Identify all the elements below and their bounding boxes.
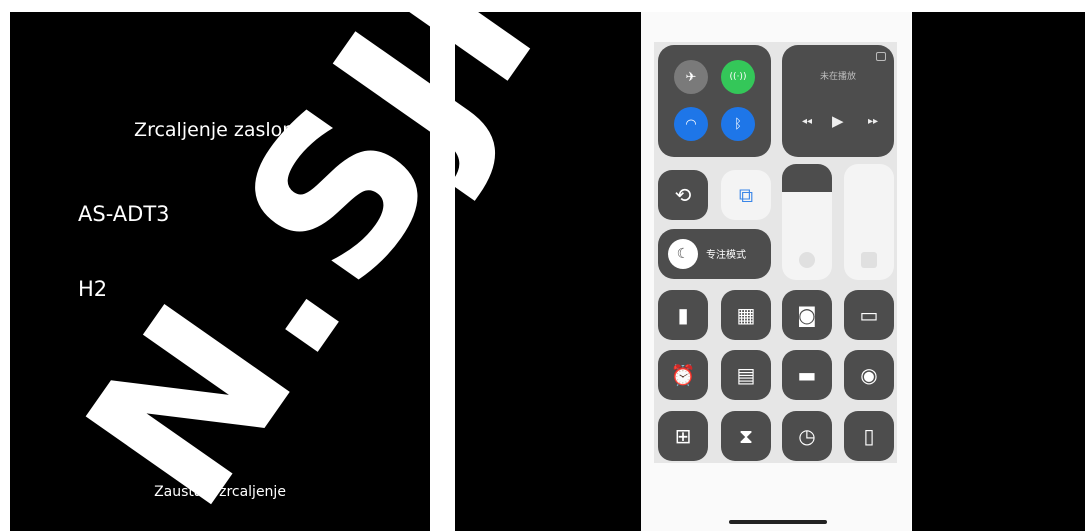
orientation-lock-icon: ⟲ bbox=[674, 183, 692, 207]
camera-button[interactable]: ◙ bbox=[782, 290, 832, 340]
connectivity-module: ✈ ((·)) ◠ ᛒ bbox=[658, 45, 771, 157]
moon-icon: ☾ bbox=[668, 239, 698, 269]
code-scanner-button[interactable]: ⊞ bbox=[658, 411, 708, 461]
flashlight-button[interactable]: ▮ bbox=[658, 290, 708, 340]
now-playing-label: 未在播放 bbox=[819, 72, 856, 82]
notes-icon: ▤ bbox=[736, 363, 756, 387]
cellular-data-toggle[interactable]: ((·)) bbox=[721, 60, 755, 94]
orientation-lock-toggle[interactable]: ⟲ bbox=[658, 170, 708, 220]
brightness-slider-track bbox=[782, 164, 832, 192]
wallet-button[interactable]: ▬ bbox=[782, 350, 832, 400]
flashlight-icon: ▮ bbox=[677, 303, 689, 327]
home-indicator bbox=[729, 520, 827, 524]
right-black-area bbox=[912, 12, 1085, 531]
screen-mirroring-panel: Zrcaljenje zaslona AS-ADT3 H2 Zaustavi z… bbox=[10, 12, 430, 531]
airplane-mode-toggle[interactable]: ✈ bbox=[674, 60, 708, 94]
mirror-black-area bbox=[455, 12, 641, 531]
alarm-icon: ⏰ bbox=[670, 363, 696, 387]
voice-memos-button[interactable]: ⧗ bbox=[721, 411, 771, 461]
alarm-button[interactable]: ⏰ bbox=[658, 350, 708, 400]
bluetooth-icon: ᛒ bbox=[734, 116, 742, 132]
focus-mode-label: 专注模式 bbox=[706, 250, 746, 261]
apple-tv-remote-button[interactable]: ▯ bbox=[844, 411, 894, 461]
play-icon[interactable]: ▶ bbox=[832, 112, 844, 130]
device-item[interactable]: H2 bbox=[78, 277, 107, 301]
airplay-icon[interactable] bbox=[876, 52, 886, 61]
cellular-icon: ((·)) bbox=[729, 72, 747, 82]
stop-mirroring-button[interactable]: Zaustavi zrcaljenje bbox=[10, 484, 430, 500]
screen-mirroring-toggle[interactable]: ⧉ bbox=[721, 170, 771, 220]
screen-record-icon: ◉ bbox=[860, 363, 878, 387]
screen-mirroring-icon: ⧉ bbox=[738, 183, 754, 207]
quick-note-button[interactable]: ▤ bbox=[721, 350, 771, 400]
calculator-button[interactable]: ▦ bbox=[721, 290, 771, 340]
mirroring-title: Zrcaljenje zaslona bbox=[134, 119, 306, 141]
remote-icon: ▯ bbox=[863, 424, 875, 448]
brightness-slider[interactable] bbox=[782, 164, 832, 280]
brightness-icon bbox=[799, 252, 815, 268]
volume-icon bbox=[861, 252, 877, 268]
previous-track-icon[interactable]: ◂◂ bbox=[802, 116, 812, 127]
calculator-icon: ▦ bbox=[736, 303, 756, 327]
timer-icon: ◷ bbox=[798, 424, 816, 448]
wifi-toggle[interactable]: ◠ bbox=[674, 107, 708, 141]
wifi-icon: ◠ bbox=[685, 116, 697, 132]
airplane-icon: ✈ bbox=[685, 69, 697, 85]
screen-recording-button[interactable]: ◉ bbox=[844, 350, 894, 400]
wallet-icon: ▬ bbox=[797, 363, 817, 387]
low-power-mode-button[interactable]: ▭ bbox=[844, 290, 894, 340]
now-playing-module: 未在播放 ◂◂ ▶ ▸▸ bbox=[782, 45, 894, 157]
battery-icon: ▭ bbox=[859, 303, 879, 327]
volume-slider[interactable] bbox=[844, 164, 894, 280]
timer-button[interactable]: ◷ bbox=[782, 411, 832, 461]
camera-icon: ◙ bbox=[797, 303, 817, 327]
next-track-icon[interactable]: ▸▸ bbox=[868, 116, 878, 127]
bluetooth-toggle[interactable]: ᛒ bbox=[721, 107, 755, 141]
code-scanner-icon: ⊞ bbox=[674, 424, 692, 448]
focus-mode-button[interactable]: ☾ 专注模式 bbox=[658, 229, 771, 279]
phone-screen: ✈ ((·)) ◠ ᛒ 未在播放 ◂◂ ▶ ▸▸ ⟲ ⧉ ☾ 专注模式 ▮ ▦ … bbox=[641, 12, 911, 531]
device-item[interactable]: AS-ADT3 bbox=[78, 202, 170, 226]
voice-memo-icon: ⧗ bbox=[738, 424, 754, 448]
